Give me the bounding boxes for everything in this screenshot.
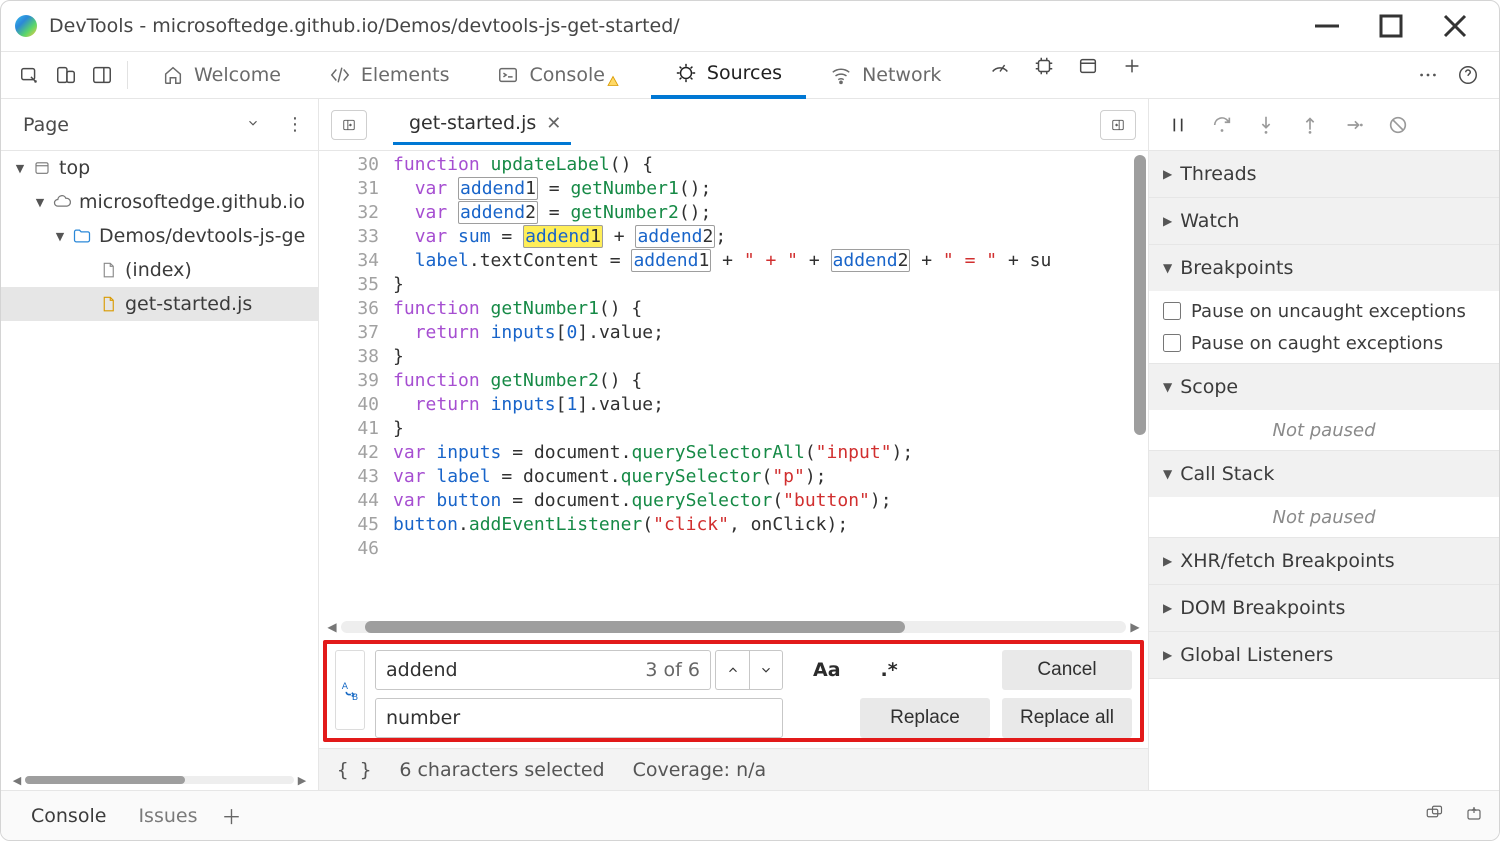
editor-statusbar: { } 6 characters selected Coverage: n/a bbox=[319, 748, 1148, 790]
section-scope[interactable]: ▼Scope bbox=[1149, 364, 1499, 410]
tree-top[interactable]: ▼ top bbox=[1, 151, 318, 185]
edge-devtools-icon bbox=[15, 15, 37, 37]
svg-text:A: A bbox=[342, 681, 349, 692]
section-global-listeners[interactable]: ▶Global Listeners bbox=[1149, 632, 1499, 678]
replace-all-button[interactable]: Replace all bbox=[1002, 698, 1132, 738]
section-xhr-breakpoints[interactable]: ▶XHR/fetch Breakpoints bbox=[1149, 538, 1499, 584]
code-content[interactable]: function updateLabel() { var addend1 = g… bbox=[393, 151, 1148, 618]
tab-performance-icon[interactable] bbox=[985, 51, 1015, 81]
tab-memory-icon[interactable] bbox=[1029, 51, 1059, 81]
drawer-tab-console[interactable]: Console bbox=[15, 797, 122, 835]
tab-application-icon[interactable] bbox=[1073, 51, 1103, 81]
minimize-button[interactable] bbox=[1311, 10, 1343, 42]
drawer-expression-icon[interactable] bbox=[1423, 804, 1445, 827]
find-replace-bar: AB addend3 of 6 bbox=[323, 640, 1144, 742]
maximize-button[interactable] bbox=[1375, 10, 1407, 42]
line-gutter: 3031323334353637383940414243444546 bbox=[319, 151, 393, 618]
show-navigator-button[interactable] bbox=[331, 110, 367, 140]
selection-status: 6 characters selected bbox=[399, 759, 604, 781]
help-icon[interactable] bbox=[1453, 60, 1483, 90]
tab-welcome[interactable]: Welcome bbox=[138, 51, 305, 99]
find-input[interactable]: addend3 of 6 bbox=[375, 650, 711, 690]
step-over-button[interactable] bbox=[1207, 110, 1237, 140]
pause-caught-checkbox[interactable]: Pause on caught exceptions bbox=[1149, 327, 1499, 359]
step-into-button[interactable] bbox=[1251, 110, 1281, 140]
settings-menu-icon[interactable] bbox=[1413, 60, 1443, 90]
tree-selected-file[interactable]: get-started.js bbox=[1, 287, 318, 321]
title-bar: DevTools - microsoftedge.github.io/Demos… bbox=[1, 1, 1499, 51]
cancel-button[interactable]: Cancel bbox=[1002, 650, 1132, 690]
pause-button[interactable] bbox=[1163, 110, 1193, 140]
section-breakpoints[interactable]: ▼Breakpoints bbox=[1149, 245, 1499, 291]
editor-pane: get-started.js ✕ 30313233343536373839404… bbox=[319, 99, 1149, 790]
navigator-hscroll[interactable]: ◀▶ bbox=[9, 776, 310, 784]
find-prev-button[interactable] bbox=[715, 650, 749, 690]
inspect-element-icon[interactable] bbox=[15, 60, 45, 90]
find-next-button[interactable] bbox=[749, 650, 783, 690]
step-button[interactable] bbox=[1339, 110, 1369, 140]
document-icon bbox=[97, 259, 119, 281]
file-tree: ▼ top ▼ microsoftedge.github.io ▼ Demos/… bbox=[1, 151, 318, 776]
debugger-pane: ▶Threads ▶Watch ▼Breakpoints Pause on un… bbox=[1149, 99, 1499, 790]
toggle-replace-button[interactable]: AB bbox=[335, 650, 365, 730]
navigator-tab-page[interactable]: Page bbox=[23, 114, 69, 136]
tree-index[interactable]: (index) bbox=[1, 253, 318, 287]
close-button[interactable] bbox=[1439, 10, 1471, 42]
window-title: DevTools - microsoftedge.github.io/Demos… bbox=[49, 15, 1311, 37]
file-tab-active[interactable]: get-started.js ✕ bbox=[393, 105, 571, 145]
pretty-print-icon[interactable]: { } bbox=[337, 759, 371, 781]
device-toolbar-icon[interactable] bbox=[51, 60, 81, 90]
coverage-status: Coverage: n/a bbox=[633, 759, 767, 781]
tab-elements[interactable]: Elements bbox=[305, 51, 474, 99]
folder-icon bbox=[71, 225, 93, 247]
step-out-button[interactable] bbox=[1295, 110, 1325, 140]
section-watch[interactable]: ▶Watch bbox=[1149, 198, 1499, 244]
tree-folder[interactable]: ▼ Demos/devtools-js-ge bbox=[1, 219, 318, 253]
tab-console[interactable]: Console bbox=[473, 51, 650, 99]
section-dom-breakpoints[interactable]: ▶DOM Breakpoints bbox=[1149, 585, 1499, 631]
regex-toggle[interactable]: .* bbox=[881, 659, 898, 681]
callstack-status: Not paused bbox=[1149, 501, 1499, 533]
section-threads[interactable]: ▶Threads bbox=[1149, 151, 1499, 197]
show-debugger-button[interactable] bbox=[1100, 110, 1136, 140]
close-tab-icon[interactable]: ✕ bbox=[546, 113, 561, 134]
cloud-icon bbox=[51, 191, 73, 213]
dock-side-icon[interactable] bbox=[87, 60, 117, 90]
tree-origin[interactable]: ▼ microsoftedge.github.io bbox=[1, 185, 318, 219]
js-file-icon bbox=[97, 293, 119, 315]
deactivate-breakpoints-button[interactable] bbox=[1383, 110, 1413, 140]
tab-network[interactable]: Network bbox=[806, 51, 965, 99]
pause-uncaught-checkbox[interactable]: Pause on uncaught exceptions bbox=[1149, 295, 1499, 327]
tab-sources[interactable]: Sources bbox=[651, 51, 806, 99]
code-editor[interactable]: 3031323334353637383940414243444546 funct… bbox=[319, 151, 1148, 618]
navigator-pane: Page ⋮ ▼ top ▼ microsoftedge.github.io bbox=[1, 99, 319, 790]
frame-icon bbox=[31, 157, 53, 179]
match-case-toggle[interactable]: Aa bbox=[813, 659, 841, 681]
drawer-tab-issues[interactable]: Issues bbox=[122, 797, 213, 835]
replace-button[interactable]: Replace bbox=[860, 698, 990, 738]
editor-hscroll[interactable]: ◀▶ bbox=[319, 618, 1148, 636]
editor-vscroll[interactable] bbox=[1132, 151, 1148, 618]
section-call-stack[interactable]: ▼Call Stack bbox=[1149, 451, 1499, 497]
drawer: Console Issues ＋ bbox=[1, 790, 1499, 840]
navigator-tabs-chevron-icon[interactable] bbox=[246, 116, 260, 134]
main-toolbar: Welcome Elements Console Sources Network bbox=[1, 51, 1499, 99]
scope-status: Not paused bbox=[1149, 414, 1499, 446]
replace-input[interactable]: number bbox=[375, 698, 783, 738]
navigator-more-icon[interactable]: ⋮ bbox=[282, 114, 308, 135]
drawer-collapse-icon[interactable] bbox=[1463, 804, 1485, 827]
drawer-add-tab-icon[interactable]: ＋ bbox=[221, 801, 241, 830]
svg-text:B: B bbox=[352, 692, 358, 701]
more-tabs-button[interactable] bbox=[1117, 51, 1147, 81]
